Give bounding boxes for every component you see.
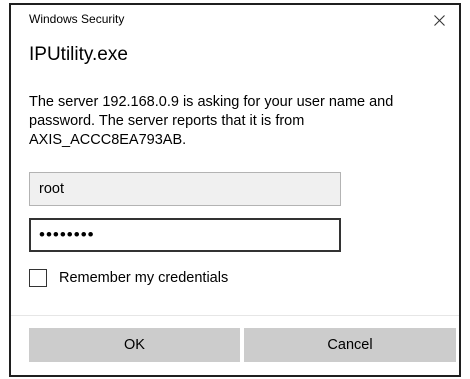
- password-field[interactable]: ••••••••: [29, 218, 341, 252]
- remember-credentials-label: Remember my credentials: [59, 270, 229, 286]
- prompt-message: The server 192.168.0.9 is asking for you…: [29, 94, 394, 148]
- footer-divider: [11, 315, 459, 316]
- close-icon: [433, 14, 445, 26]
- windows-security-dialog: Windows Security IPUtility.exe The serve…: [9, 3, 461, 377]
- close-button[interactable]: [425, 8, 453, 32]
- username-field[interactable]: [29, 172, 341, 206]
- ok-button[interactable]: OK: [29, 328, 240, 362]
- remember-credentials-checkbox[interactable]: [29, 269, 47, 287]
- window-title: Windows Security: [29, 12, 125, 26]
- cancel-button[interactable]: Cancel: [244, 328, 456, 362]
- app-title: IPUtility.exe: [29, 44, 128, 65]
- remember-credentials-option[interactable]: Remember my credentials: [29, 267, 228, 289]
- title-bar: Windows Security: [11, 5, 459, 35]
